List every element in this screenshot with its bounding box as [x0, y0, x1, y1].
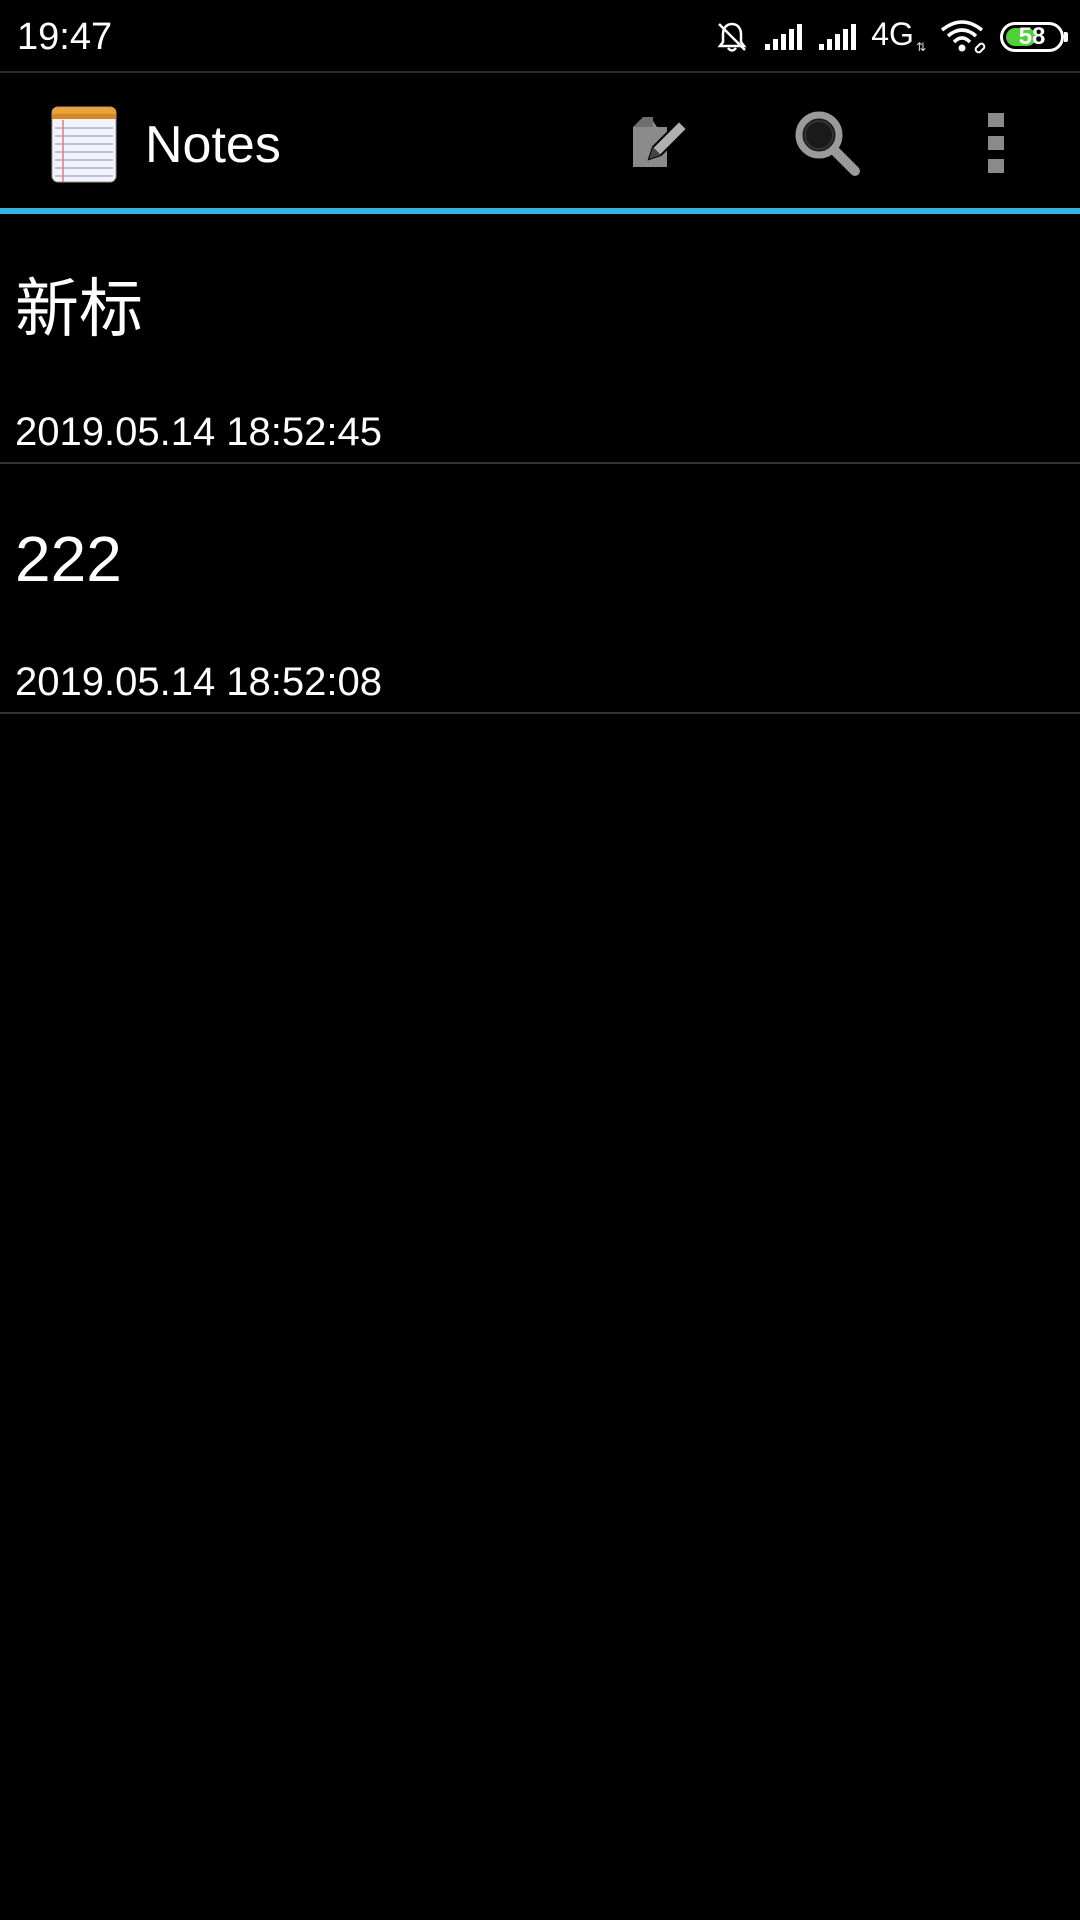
status-time: 19:47: [17, 16, 113, 58]
notes-list: 新标 2019.05.14 18:52:45 222 2019.05.14 18…: [0, 214, 1080, 714]
note-title: 222: [15, 523, 122, 595]
page-title: Notes: [145, 116, 281, 174]
note-title: 新标: [15, 273, 143, 345]
battery-level: 58: [1018, 23, 1046, 50]
note-list-item[interactable]: 新标 2019.05.14 18:52:45: [0, 214, 1080, 464]
overflow-menu-button[interactable]: [946, 93, 1046, 193]
data-arrows-icon: ⇅: [915, 39, 926, 54]
signal-1-icon: [765, 24, 803, 50]
wifi-icon: [940, 20, 986, 54]
notepad-icon[interactable]: [51, 106, 117, 183]
battery-cap: [1064, 32, 1068, 42]
overflow-menu-icon: [988, 113, 1004, 173]
signal-2-icon: [819, 24, 857, 50]
network-type-label: 4G ⇅: [871, 15, 926, 54]
note-list-item[interactable]: 222 2019.05.14 18:52:08: [0, 464, 1080, 714]
battery-icon: 58: [1000, 22, 1068, 52]
search-button[interactable]: [777, 93, 877, 193]
note-date: 2019.05.14 18:52:08: [15, 660, 383, 704]
new-note-button[interactable]: [609, 93, 709, 193]
status-bar: 19:47 4G ⇅ 58: [0, 0, 1080, 73]
notes-list-screen: 19:47 4G ⇅ 58 Notes 新标 2019.05.14 18:52:…: [0, 0, 1080, 1920]
new-note-icon: [633, 117, 689, 167]
action-bar: Notes: [0, 73, 1080, 213]
note-date: 2019.05.14 18:52:45: [15, 410, 383, 454]
search-icon: [795, 111, 860, 176]
status-icons: 4G ⇅ 58: [701, 15, 1068, 58]
bell-muted-icon: [717, 22, 747, 52]
